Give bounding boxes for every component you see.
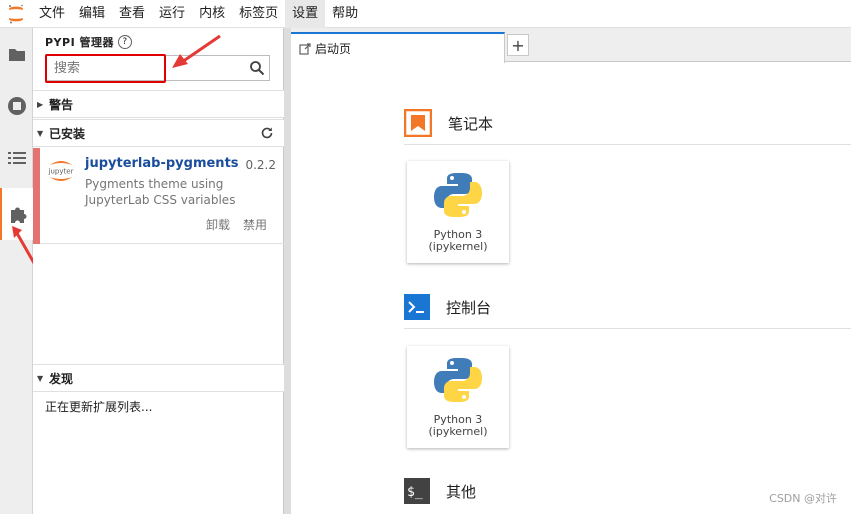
launcher-tab-icon	[299, 42, 311, 55]
uninstall-button[interactable]: 卸载	[206, 216, 230, 233]
warnings-label: 警告	[49, 97, 74, 112]
main-area: 启动页 + 笔记本 Python 3 (ipykernel) 控制台 Pytho…	[291, 28, 851, 514]
folder-icon	[8, 49, 25, 61]
kernel-spec: (ipykernel)	[428, 425, 488, 438]
menu-settings[interactable]: 设置	[285, 0, 326, 28]
tab-launcher[interactable]: 启动页	[291, 32, 505, 63]
menu-file[interactable]: 文件	[32, 0, 72, 28]
python-logo-icon	[434, 358, 482, 402]
caret-right-icon: ▶	[37, 99, 44, 109]
toc-icon	[7, 152, 26, 164]
svg-text:$_: $_	[407, 485, 423, 500]
notebook-section: 笔记本 Python 3 (ipykernel)	[404, 108, 851, 263]
installed-section-header[interactable]: ▼ 已安装	[33, 119, 284, 147]
extension-icon	[11, 207, 27, 223]
installed-label: 已安装	[49, 126, 86, 141]
status-stripe	[33, 148, 40, 244]
extension-version: 0.2.2	[245, 158, 276, 172]
toc-tab[interactable]	[0, 132, 33, 184]
discover-status-text: 正在更新扩展列表...	[45, 400, 153, 414]
panel-title-text: PYPI 管理器	[45, 36, 115, 49]
file-browser-tab[interactable]	[0, 28, 33, 80]
other-section-title: 其他	[446, 482, 477, 501]
annotation-arrow-search	[172, 34, 221, 68]
menu-view[interactable]: 查看	[112, 0, 152, 28]
kernel-spec: (ipykernel)	[428, 240, 488, 253]
kernel-label: Python 3 (ipykernel)	[428, 229, 487, 253]
search-box	[45, 55, 270, 81]
svg-text:jupyter: jupyter	[48, 168, 74, 176]
notebook-python3-card[interactable]: Python 3 (ipykernel)	[407, 161, 509, 263]
divider	[404, 144, 851, 145]
discover-section-header[interactable]: ▼ 发现	[33, 364, 284, 392]
help-icon[interactable]: ?	[118, 35, 133, 49]
menu-run[interactable]: 运行	[152, 0, 192, 28]
panel-splitter[interactable]	[284, 28, 291, 514]
kernel-label: Python 3 (ipykernel)	[428, 414, 487, 438]
extension-manager-panel: PYPI 管理器 ? ▶ 警告 ▼ 已安装 jupyter jupyterlab…	[33, 28, 284, 514]
console-python3-card[interactable]: Python 3 (ipykernel)	[407, 346, 509, 448]
add-tab-button[interactable]: +	[507, 34, 529, 56]
notebook-section-title: 笔记本	[448, 114, 494, 133]
tab-launcher-label: 启动页	[315, 42, 352, 56]
caret-down-icon: ▼	[37, 373, 44, 383]
console-section-title: 控制台	[446, 298, 492, 317]
menu-help[interactable]: 帮助	[325, 0, 365, 28]
menu-tabs[interactable]: 标签页	[232, 0, 285, 28]
jupyter-logo-icon	[0, 0, 32, 28]
jupyter-logo-icon: jupyter	[48, 161, 74, 181]
installed-extension-item: jupyter jupyterlab-pygments 0.2.2 Pygmen…	[33, 148, 284, 244]
menu-kernel[interactable]: 内核	[192, 0, 232, 28]
console-section: 控制台 Python 3 (ipykernel)	[404, 292, 851, 448]
console-icon	[404, 294, 430, 320]
tab-bar: 启动页 +	[291, 28, 851, 63]
running-icon	[7, 97, 26, 115]
menu-bar: 文件 编辑 查看 运行 内核 标签页 设置 帮助	[0, 0, 851, 28]
warnings-section-header[interactable]: ▶ 警告	[33, 90, 284, 118]
refresh-icon[interactable]	[260, 126, 274, 140]
panel-title: PYPI 管理器 ?	[45, 34, 133, 50]
caret-down-icon: ▼	[37, 128, 44, 138]
divider	[404, 328, 851, 329]
python-logo-icon	[434, 173, 482, 217]
terminal-icon: $_	[404, 478, 430, 504]
discover-label: 发现	[49, 371, 74, 386]
left-sidebar	[0, 28, 40, 514]
disable-button[interactable]: 禁用	[243, 216, 267, 233]
menu-edit[interactable]: 编辑	[72, 0, 112, 28]
watermark: CSDN @对许	[769, 492, 837, 505]
extension-description: Pygments theme using JupyterLab CSS vari…	[85, 177, 236, 207]
running-tab[interactable]	[0, 80, 33, 132]
extension-name-link[interactable]: jupyterlab-pygments	[85, 156, 239, 171]
notebook-icon	[404, 109, 432, 137]
search-icon[interactable]	[249, 60, 265, 76]
